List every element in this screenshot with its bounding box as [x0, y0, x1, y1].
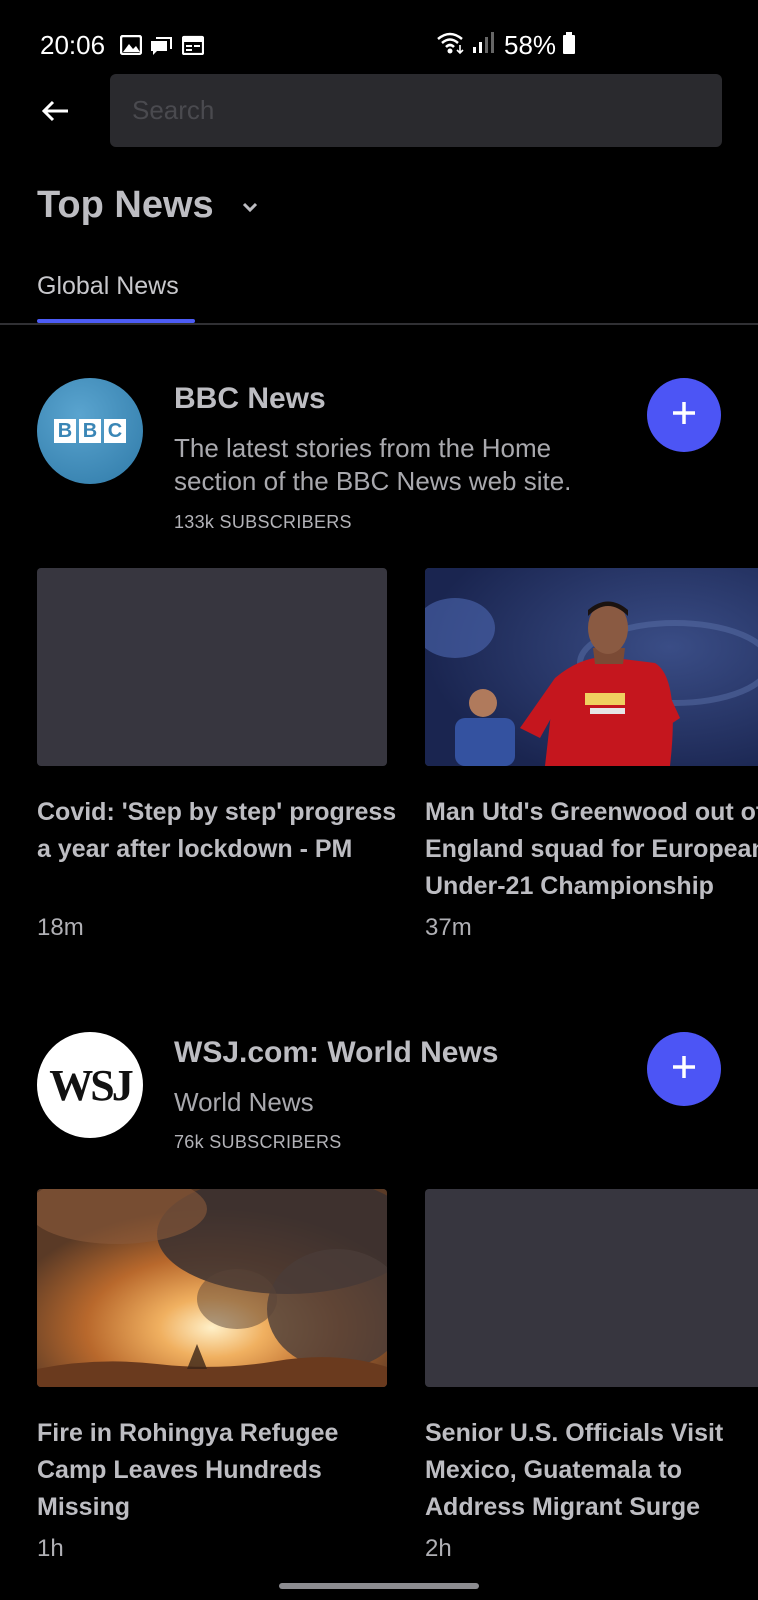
back-button[interactable] [30, 88, 80, 138]
article-card[interactable]: Fire in Rohingya Refugee Camp Leaves Hun… [37, 1189, 387, 1526]
article-card[interactable]: Man Utd's Greenwood out of England squad… [425, 568, 758, 905]
status-time: 20:06 [40, 30, 106, 60]
battery-icon [562, 31, 576, 60]
wsj-logo[interactable]: WSJ [37, 1032, 143, 1138]
bbc-logo-letter: B [54, 419, 76, 443]
source-description: The latest stories from the Home section… [174, 433, 572, 496]
article-thumbnail [425, 568, 758, 766]
status-bar: 20:06 58% [0, 0, 758, 80]
battery-percent: 58% [504, 29, 557, 60]
tabs-divider [0, 323, 758, 325]
bbc-logo-letter: B [79, 419, 101, 443]
article-title: Fire in Rohingya Refugee Camp Leaves Hun… [37, 1419, 339, 1521]
home-indicator[interactable] [279, 1583, 479, 1589]
feed-title[interactable]: Top News [37, 184, 214, 227]
article-time: 1h [37, 1535, 64, 1562]
search-input[interactable] [110, 74, 722, 147]
wsj-logo-text: WSJ [49, 1060, 134, 1110]
tab-global-news[interactable]: Global News [37, 272, 179, 301]
chevron-down-icon[interactable] [240, 200, 260, 219]
wifi-icon [436, 31, 466, 60]
arrow-left-icon [40, 99, 70, 128]
article-thumbnail-placeholder [37, 568, 387, 766]
signal-icon [472, 31, 494, 60]
article-time: 37m [425, 914, 472, 941]
article-time: 18m [37, 914, 84, 941]
article-thumbnail-placeholder [425, 1189, 758, 1387]
subscriber-count: 76k SUBSCRIBERS [174, 1132, 342, 1152]
calendar-icon [181, 35, 205, 60]
article-card[interactable]: Covid: 'Step by step' progress a year af… [37, 568, 396, 868]
source-name[interactable]: BBC News [174, 382, 326, 416]
image-icon [119, 34, 143, 60]
status-right: 58% [436, 30, 576, 60]
subscribe-button[interactable] [647, 378, 721, 452]
source-description: World News [174, 1087, 314, 1117]
article-time: 2h [425, 1535, 452, 1562]
article-title: Covid: 'Step by step' progress a year af… [37, 798, 397, 863]
bbc-logo[interactable]: B B C [37, 378, 143, 484]
subscribe-button[interactable] [647, 1032, 721, 1106]
bbc-logo-letter: C [104, 419, 126, 443]
article-thumbnail [37, 1189, 387, 1387]
article-card[interactable]: Senior U.S. Officials Visit Mexico, Guat… [425, 1189, 758, 1526]
chat-icon [150, 35, 174, 62]
plus-icon [669, 1052, 699, 1087]
article-title: Man Utd's Greenwood out of England squad… [425, 798, 758, 900]
source-name[interactable]: WSJ.com: World News [174, 1036, 499, 1070]
subscriber-count: 133k SUBSCRIBERS [174, 512, 352, 532]
article-title: Senior U.S. Officials Visit Mexico, Guat… [425, 1419, 724, 1521]
plus-icon [669, 398, 699, 433]
